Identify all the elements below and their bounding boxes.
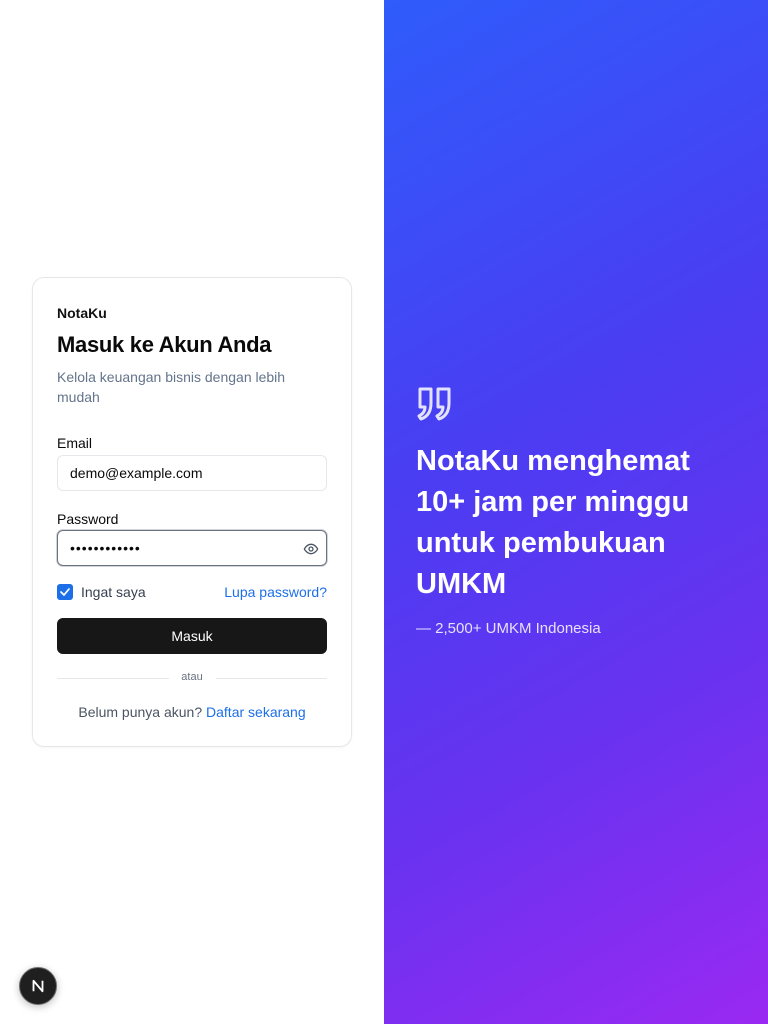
nextjs-icon bbox=[32, 979, 44, 993]
email-field[interactable] bbox=[57, 455, 327, 491]
nextjs-dev-badge[interactable] bbox=[19, 967, 57, 1005]
quote-icon bbox=[417, 387, 451, 421]
page-subtitle: Kelola keuangan bisnis dengan lebih muda… bbox=[57, 369, 286, 405]
signup-prompt-text: Belum punya akun? bbox=[78, 704, 203, 720]
testimonial-author: — 2,500+ UMKM Indonesia bbox=[416, 620, 601, 637]
testimonial-quote: NotaKu menghemat 10+ jam per minggu untu… bbox=[416, 445, 690, 600]
remember-label[interactable]: Ingat saya bbox=[81, 584, 146, 600]
page-title: Masuk ke Akun Anda bbox=[57, 332, 272, 357]
remember-checkbox[interactable] bbox=[57, 584, 73, 600]
login-button[interactable]: Masuk bbox=[57, 618, 327, 654]
password-field[interactable] bbox=[57, 530, 327, 566]
signup-link[interactable]: Daftar sekarang bbox=[206, 704, 306, 720]
show-password-icon[interactable] bbox=[303, 541, 319, 557]
divider-line-right bbox=[216, 678, 327, 679]
divider-text: atau bbox=[181, 671, 203, 683]
checkmark-icon bbox=[60, 588, 70, 596]
password-label: Password bbox=[57, 511, 119, 527]
login-pane: NotaKu Masuk ke Akun Anda Kelola keuanga… bbox=[0, 0, 384, 1024]
brand-name: NotaKu bbox=[57, 305, 107, 321]
signup-prompt: Belum punya akun? Daftar sekarang bbox=[57, 704, 327, 720]
email-label: Email bbox=[57, 435, 93, 451]
login-card: NotaKu Masuk ke Akun Anda Kelola keuanga… bbox=[32, 277, 352, 747]
testimonial-pane: NotaKu menghemat 10+ jam per minggu untu… bbox=[384, 0, 768, 1024]
forgot-password-link[interactable]: Lupa password? bbox=[224, 584, 327, 600]
